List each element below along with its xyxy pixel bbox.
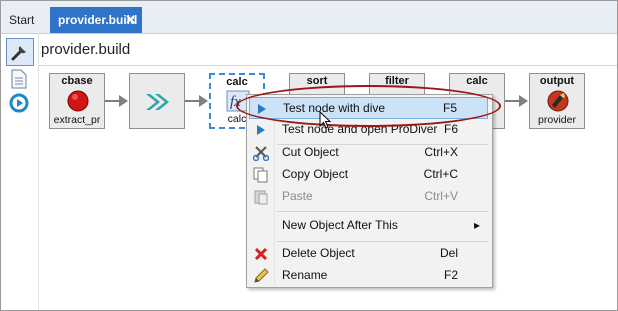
menu-item-label: Rename bbox=[282, 268, 328, 282]
menu-item-new-object-after-this[interactable]: New Object After This ▸ bbox=[249, 215, 488, 237]
menu-item-shortcut: Ctrl+X bbox=[424, 145, 458, 159]
menu-item-shortcut: F6 bbox=[443, 122, 458, 136]
menu-item-label: New Object After This bbox=[282, 218, 398, 232]
node-title: cbase bbox=[61, 75, 93, 87]
menu-item-label: Paste bbox=[282, 189, 313, 203]
menu-item-shortcut: F2 bbox=[443, 268, 458, 282]
copy-icon bbox=[252, 166, 270, 184]
tab-provider-build[interactable]: provider.build ✕ bbox=[50, 7, 142, 33]
node-transform[interactable] bbox=[129, 73, 185, 129]
scissors-icon bbox=[252, 144, 270, 162]
node-subtitle: provider bbox=[538, 114, 576, 126]
node-subtitle: extract_pr bbox=[53, 114, 101, 126]
node-output[interactable]: output provider bbox=[529, 73, 585, 129]
mouse-cursor-icon bbox=[319, 111, 332, 129]
connector-arrow bbox=[185, 95, 208, 107]
pencil-icon bbox=[252, 267, 270, 285]
menu-item-cut-object[interactable]: Cut Object Ctrl+X bbox=[249, 142, 488, 164]
menu-item-delete-object[interactable]: Delete Object Del bbox=[249, 243, 488, 265]
refresh-run-icon[interactable] bbox=[8, 92, 30, 114]
menu-item-label: Delete Object bbox=[282, 246, 355, 260]
tab-bar: Start provider.build ✕ bbox=[1, 1, 617, 34]
menu-item-label: Cut Object bbox=[282, 145, 339, 159]
node-title: calc bbox=[466, 75, 488, 87]
red-record-icon bbox=[67, 90, 89, 112]
menu-item-copy-object[interactable]: Copy Object Ctrl+C bbox=[249, 164, 488, 186]
node-title: output bbox=[539, 75, 575, 87]
page-title: provider.build bbox=[41, 41, 131, 58]
node-title: calc bbox=[226, 76, 248, 88]
menu-separator bbox=[277, 241, 488, 242]
menu-item-label: Copy Object bbox=[282, 167, 349, 181]
menu-item-shortcut: Ctrl+V bbox=[424, 189, 458, 203]
left-toolbar bbox=[1, 34, 39, 310]
menu-item-shortcut: Del bbox=[439, 246, 458, 260]
close-icon[interactable]: ✕ bbox=[125, 7, 136, 33]
node-cbase[interactable]: cbase extract_pr bbox=[49, 73, 105, 129]
teal-chevrons-icon bbox=[146, 94, 169, 110]
output-icon bbox=[547, 90, 569, 112]
play-arrow-icon bbox=[252, 121, 270, 139]
menu-item-rename[interactable]: Rename F2 bbox=[249, 265, 488, 287]
connector-arrow bbox=[105, 95, 128, 107]
menu-separator bbox=[277, 211, 488, 212]
menu-item-shortcut: Ctrl+C bbox=[423, 167, 458, 181]
tab-start[interactable]: Start bbox=[1, 7, 42, 33]
document-icon[interactable] bbox=[8, 68, 30, 90]
annotation-highlight-ellipse bbox=[236, 85, 501, 127]
wrench-icon[interactable] bbox=[6, 38, 34, 66]
submenu-arrow-icon: ▸ bbox=[473, 218, 480, 232]
connector-arrow bbox=[505, 95, 528, 107]
menu-item-paste[interactable]: Paste Ctrl+V bbox=[249, 186, 488, 208]
red-x-icon bbox=[252, 245, 270, 263]
application-window: Start provider.build ✕ provider.build cb… bbox=[0, 0, 618, 311]
paste-icon bbox=[252, 188, 270, 206]
